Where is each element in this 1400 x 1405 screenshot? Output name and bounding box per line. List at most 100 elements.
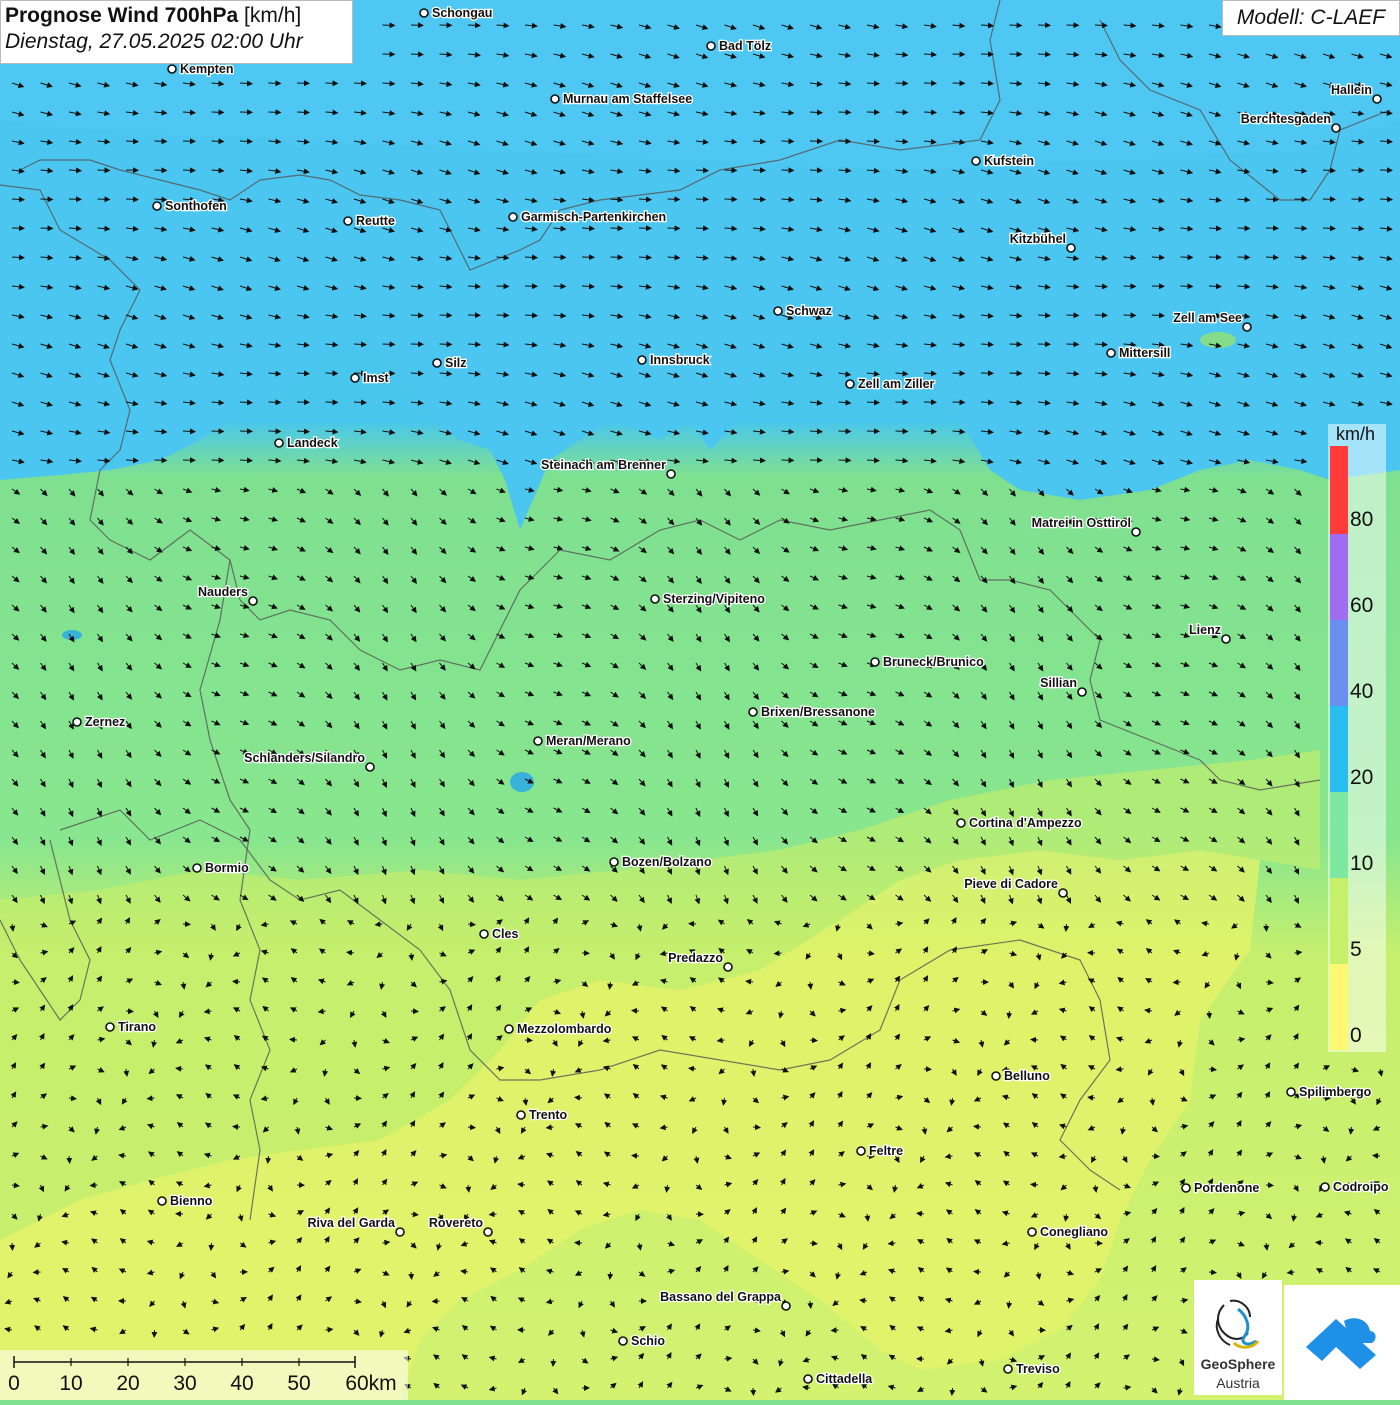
legend-swatch-80	[1330, 446, 1348, 534]
city-marker-icon	[551, 95, 559, 103]
city-label: Bozen/Bolzano	[622, 855, 712, 869]
wind-arrow	[1352, 199, 1364, 200]
city-marker-icon	[1004, 1365, 1012, 1373]
wind-arrow	[433, 1301, 440, 1302]
wind-arrow	[1295, 199, 1307, 200]
city-label: Sillian	[1040, 676, 1077, 690]
geosphere-logo[interactable]: GeoSphere Austria	[1194, 1280, 1282, 1395]
city-marker-icon	[972, 157, 980, 165]
city-label: Mittersill	[1119, 346, 1170, 360]
city-garmisch-partenkirchen: Garmisch-Partenkirchen	[509, 210, 666, 224]
city-label: Mezzolombardo	[517, 1022, 612, 1036]
wind-arrow	[240, 141, 252, 142]
wind-arrow	[1038, 373, 1050, 374]
city-marker-icon	[871, 658, 879, 666]
wind-arrow	[1174, 982, 1181, 983]
legend-swatch-40	[1330, 620, 1348, 706]
legend-swatch-20	[1330, 706, 1348, 792]
title-main: Prognose Wind 700hPa	[5, 4, 238, 27]
wind-arrow	[839, 112, 851, 113]
wind-arrow	[696, 228, 708, 229]
wind-arrow	[411, 373, 423, 374]
city-marker-icon	[1132, 528, 1140, 536]
city-label: Sonthofen	[165, 199, 227, 213]
wind-arrow	[269, 402, 281, 403]
city-marker-icon	[517, 1111, 525, 1119]
wind-arrow	[582, 286, 594, 287]
legend-label-40: 40	[1350, 680, 1373, 704]
wind-arrow	[775, 953, 782, 954]
wind-arrow	[183, 431, 195, 432]
city-marker-icon	[749, 708, 757, 716]
city-label: Schwaz	[786, 304, 832, 318]
city-label: Riva del Garda	[307, 1216, 396, 1230]
wind-arrow	[981, 402, 993, 403]
wind-arrow	[632, 1010, 639, 1011]
city-cortina-d-ampezzo: Cortina d'Ampezzo	[957, 816, 1082, 830]
wind-arrow	[98, 170, 110, 171]
geosphere-country: Austria	[1194, 1375, 1282, 1391]
wind-arrow	[582, 228, 594, 229]
city-label: Predazzo	[668, 951, 723, 965]
wind-arrow	[1266, 1185, 1273, 1186]
wind-arrow	[639, 257, 651, 258]
wind-arrow	[497, 286, 509, 287]
wind-arrow	[269, 431, 281, 432]
city-marker-icon	[782, 1302, 790, 1310]
title-unit: [km/h]	[244, 4, 301, 27]
wind-arrow	[12, 257, 24, 258]
wind-arrow	[974, 1272, 981, 1273]
city-bozen-bolzano: Bozen/Bolzano	[610, 855, 712, 869]
city-marker-icon	[1373, 95, 1381, 103]
wind-arrow	[69, 170, 81, 171]
legend-unit: km/h	[1336, 424, 1375, 445]
wind-arrow	[12, 982, 19, 983]
wind-arrow	[1380, 199, 1392, 200]
wind-arrow	[839, 141, 851, 142]
wind-arrow	[554, 257, 566, 258]
app-logo[interactable]	[1284, 1285, 1400, 1400]
scale-label-20: 20	[116, 1372, 139, 1396]
city-label: Innsbruck	[650, 353, 710, 367]
wind-arrow	[668, 228, 680, 229]
wind-arrow	[411, 1272, 412, 1279]
wind-arrow	[953, 54, 965, 55]
city-label: Hallein	[1331, 83, 1372, 97]
wind-arrow	[696, 170, 708, 171]
wind-arrow	[297, 112, 309, 113]
city-marker-icon	[366, 763, 374, 771]
city-label: Nauders	[198, 585, 248, 599]
city-label: Bassano del Grappa	[660, 1290, 782, 1304]
city-marker-icon	[193, 864, 201, 872]
wind-arrow	[1152, 315, 1164, 316]
color-legend: km/h 80 60 40 20 10 5 0	[1328, 424, 1386, 1052]
city-label: Zell am Ziller	[858, 377, 935, 391]
wind-arrow	[98, 199, 110, 200]
city-marker-icon	[610, 858, 618, 866]
wind-arrow	[753, 199, 765, 200]
city-marker-icon	[1107, 349, 1115, 357]
city-label: Conegliano	[1040, 1225, 1108, 1239]
city-marker-icon	[957, 819, 965, 827]
wind-arrow	[611, 228, 623, 229]
city-marker-icon	[804, 1375, 812, 1383]
city-marker-icon	[774, 307, 782, 315]
city-label: Trento	[529, 1108, 568, 1122]
city-label: Schongau	[432, 6, 492, 20]
wind-arrow	[1124, 286, 1136, 287]
wind-arrow	[782, 141, 794, 142]
wind-arrow	[725, 170, 737, 171]
wind-arrow	[1095, 25, 1107, 26]
city-label: Bormio	[205, 861, 249, 875]
wind-arrow	[212, 112, 224, 113]
scale-bar: 0 10 20 30 40 50 60km	[0, 1350, 408, 1400]
city-marker-icon	[857, 1147, 865, 1155]
wind-arrow	[924, 373, 936, 374]
wind-arrow	[810, 170, 822, 171]
wind-arrow	[212, 460, 224, 461]
legend-label-5: 5	[1350, 938, 1362, 962]
wind-arrow	[383, 344, 395, 345]
city-marker-icon	[396, 1228, 404, 1236]
city-label: Imst	[363, 371, 390, 385]
city-marker-icon	[1078, 688, 1086, 696]
